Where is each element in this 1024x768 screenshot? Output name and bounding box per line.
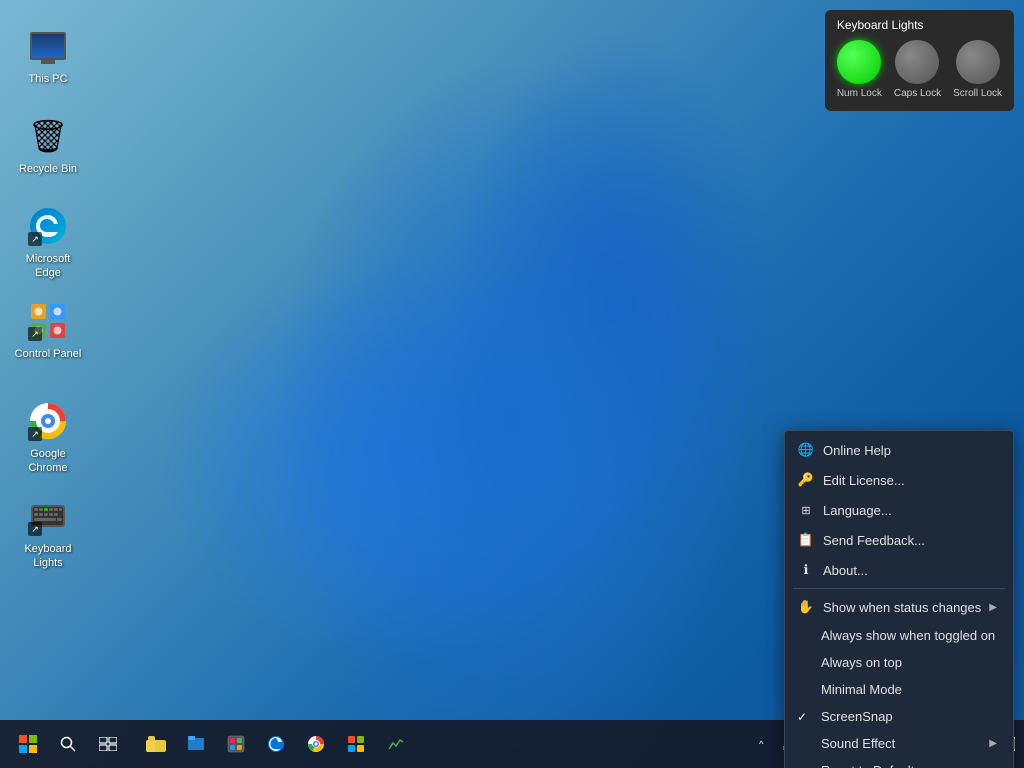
screensnap-check: ✓ (797, 710, 813, 724)
scroll-lock-indicator: Scroll Lock (953, 40, 1002, 99)
desktop: This PC 🗑 Recycle Bin ↗ Microsoft Edge (0, 0, 1024, 768)
this-pc-icon (26, 24, 70, 68)
tray-expand-button[interactable]: ^ (753, 733, 769, 755)
ctx-reset-defaults[interactable]: Reset to Defaults (785, 757, 1013, 768)
edit-license-icon: 🔑 (797, 471, 815, 489)
desktop-icon-edge[interactable]: ↗ Microsoft Edge (8, 200, 88, 285)
ctx-always-on-top[interactable]: Always on top (785, 649, 1013, 676)
ctx-online-help-label: Online Help (823, 443, 891, 458)
taskbar-stocks[interactable] (376, 724, 416, 764)
language-icon: ⊞ (797, 501, 815, 519)
ctx-online-help[interactable]: 🌐 Online Help (785, 435, 1013, 465)
ctx-send-feedback[interactable]: 📋 Send Feedback... (785, 525, 1013, 555)
ctx-screensnap-label: ScreenSnap (821, 709, 893, 724)
ctx-send-feedback-label: Send Feedback... (823, 533, 925, 548)
ctx-sound-effect[interactable]: Sound Effect ▶ (785, 730, 1013, 757)
send-feedback-icon: 📋 (797, 531, 815, 549)
ctx-show-when-status-changes[interactable]: ✋ Show when status changes ▶ (785, 592, 1013, 622)
scroll-lock-circle (956, 40, 1000, 84)
caps-lock-indicator: Caps Lock (894, 40, 941, 99)
recycle-bin-icon: 🗑 (26, 114, 70, 158)
num-lock-indicator: Num Lock (837, 40, 882, 99)
context-menu: 🌐 Online Help 🔑 Edit License... ⊞ Langua… (784, 430, 1014, 768)
edge-icon: ↗ (26, 204, 70, 248)
ctx-minimal-mode[interactable]: Minimal Mode (785, 676, 1013, 703)
ctx-separator-1 (793, 588, 1005, 589)
search-button[interactable] (48, 724, 88, 764)
taskbar-explorer[interactable] (136, 724, 176, 764)
ctx-always-show-label: Always show when toggled on (821, 628, 995, 643)
taskbar-photos[interactable] (216, 724, 256, 764)
ctx-always-show-toggled[interactable]: Always show when toggled on (785, 622, 1013, 649)
control-panel-icon: ↗ (26, 299, 70, 343)
ctx-language[interactable]: ⊞ Language... (785, 495, 1013, 525)
num-lock-label: Num Lock (837, 88, 882, 99)
chrome-icon: ↗ (26, 399, 70, 443)
ctx-sound-effect-label: Sound Effect (821, 736, 895, 751)
ctx-language-label: Language... (823, 503, 892, 518)
ctx-minimal-mode-label: Minimal Mode (821, 682, 902, 697)
online-help-icon: 🌐 (797, 441, 815, 459)
about-icon: ℹ (797, 561, 815, 579)
taskbar-file-explorer2[interactable] (176, 724, 216, 764)
taskbar-chrome2[interactable] (296, 724, 336, 764)
num-lock-circle (837, 40, 881, 84)
ctx-always-on-top-label: Always on top (821, 655, 902, 670)
taskbar-store[interactable] (336, 724, 376, 764)
desktop-icon-chrome[interactable]: ↗ Google Chrome (8, 395, 88, 480)
kb-widget-title: Keyboard Lights (837, 18, 1002, 32)
desktop-icon-this-pc[interactable]: This PC (8, 20, 88, 90)
ctx-edit-license[interactable]: 🔑 Edit License... (785, 465, 1013, 495)
caps-lock-label: Caps Lock (894, 88, 941, 99)
ctx-about[interactable]: ℹ About... (785, 555, 1013, 585)
keyboard-lights-label: Keyboard Lights (12, 542, 84, 571)
ctx-about-label: About... (823, 563, 868, 578)
recycle-bin-label: Recycle Bin (19, 162, 77, 176)
control-panel-label: Control Panel (15, 347, 82, 361)
ctx-screensnap[interactable]: ✓ ScreenSnap (785, 703, 1013, 730)
show-when-status-icon: ✋ (797, 598, 815, 616)
chrome-label: Google Chrome (12, 447, 84, 476)
show-when-status-arrow: ▶ (989, 602, 997, 613)
keyboard-lights-widget[interactable]: Keyboard Lights Num Lock Caps Lock Scrol… (825, 10, 1014, 111)
edge-label: Microsoft Edge (12, 252, 84, 281)
this-pc-label: This PC (28, 72, 67, 86)
sound-effect-arrow: ▶ (989, 738, 997, 749)
desktop-icon-keyboard-lights[interactable]: ↗ Keyboard Lights (8, 490, 88, 575)
kb-lights-indicators: Num Lock Caps Lock Scroll Lock (837, 40, 1002, 99)
ctx-edit-license-label: Edit License... (823, 473, 905, 488)
task-view-button[interactable] (88, 724, 128, 764)
desktop-icon-recycle-bin[interactable]: 🗑 Recycle Bin (8, 110, 88, 180)
start-button[interactable] (8, 724, 48, 764)
ctx-show-when-status-label: Show when status changes (823, 600, 981, 615)
ctx-reset-defaults-label: Reset to Defaults (821, 763, 921, 768)
scroll-lock-label: Scroll Lock (953, 88, 1002, 99)
taskbar-edge2[interactable] (256, 724, 296, 764)
keyboard-lights-icon: ↗ (26, 494, 70, 538)
caps-lock-circle (895, 40, 939, 84)
desktop-icon-control-panel[interactable]: ↗ Control Panel (8, 295, 88, 365)
